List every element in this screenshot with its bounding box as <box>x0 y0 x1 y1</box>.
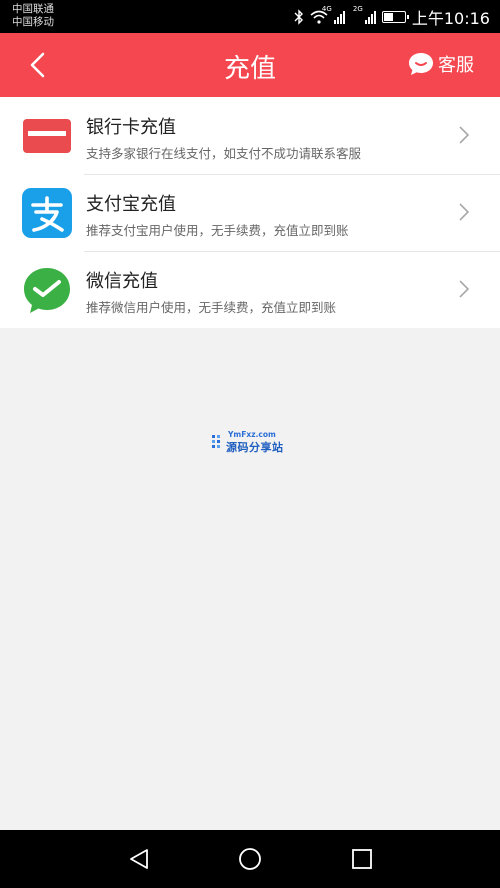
item-name: 微信充值 <box>86 271 158 292</box>
customer-service-button[interactable]: 客服 <box>408 51 474 77</box>
list-item-bank-card[interactable]: 银行卡充值 支持多家银行在线支付，如支付不成功请联系客服 <box>0 97 500 174</box>
item-name: 支付宝充值 <box>86 194 176 215</box>
watermark-text: 源码分享站 <box>226 441 284 454</box>
wechat-icon <box>24 268 70 313</box>
customer-service-label: 客服 <box>438 55 474 76</box>
alipay-icon <box>22 188 72 238</box>
chevron-right-icon <box>459 280 470 298</box>
carrier-1: 中国联通 <box>12 3 54 15</box>
recharge-options-list: 银行卡充值 支持多家银行在线支付，如支付不成功请联系客服 支付宝充值 推荐支付宝… <box>0 97 500 328</box>
battery-icon <box>381 11 409 23</box>
chat-bubble-icon <box>409 53 433 75</box>
watermark-grid-icon <box>212 435 220 448</box>
item-name: 银行卡充值 <box>86 117 176 138</box>
watermark-domain: YmFxz.com <box>228 430 276 439</box>
signal-2-icon: 2G <box>353 5 376 24</box>
status-time: 上午10:16 <box>411 9 490 28</box>
carrier-2: 中国移动 <box>12 16 54 28</box>
chevron-right-icon <box>459 203 470 221</box>
signal-1-icon: 4G <box>322 5 345 24</box>
navigation-bar <box>0 830 500 888</box>
status-bar: 中国联通 中国移动 4G 2G 上午10:16 <box>0 0 500 33</box>
network-type-2: 2G <box>352 5 363 13</box>
nav-home-icon[interactable] <box>238 847 262 871</box>
carrier-info: 中国联通 中国移动 <box>12 3 54 29</box>
list-item-wechat[interactable]: 微信充值 推荐微信用户使用，无手续费，充值立即到账 <box>0 251 500 328</box>
bluetooth-icon <box>294 9 303 25</box>
nav-recent-icon[interactable] <box>350 847 374 871</box>
list-item-alipay[interactable]: 支付宝充值 推荐支付宝用户使用，无手续费，充值立即到账 <box>0 174 500 251</box>
item-description: 推荐支付宝用户使用，无手续费，充值立即到账 <box>86 223 349 238</box>
nav-back-icon[interactable] <box>127 847 151 871</box>
bank-card-icon <box>23 119 71 153</box>
status-icons: 4G 2G 上午10:16 <box>294 5 490 28</box>
item-description: 推荐微信用户使用，无手续费，充值立即到账 <box>86 300 337 315</box>
header-bar: 充值 客服 <box>0 33 500 97</box>
chevron-right-icon <box>459 126 470 144</box>
network-type-1: 4G <box>321 5 332 13</box>
watermark-logo: YmFxz.com 源码分享站 <box>212 430 288 454</box>
item-description: 支持多家银行在线支付，如支付不成功请联系客服 <box>86 146 362 161</box>
